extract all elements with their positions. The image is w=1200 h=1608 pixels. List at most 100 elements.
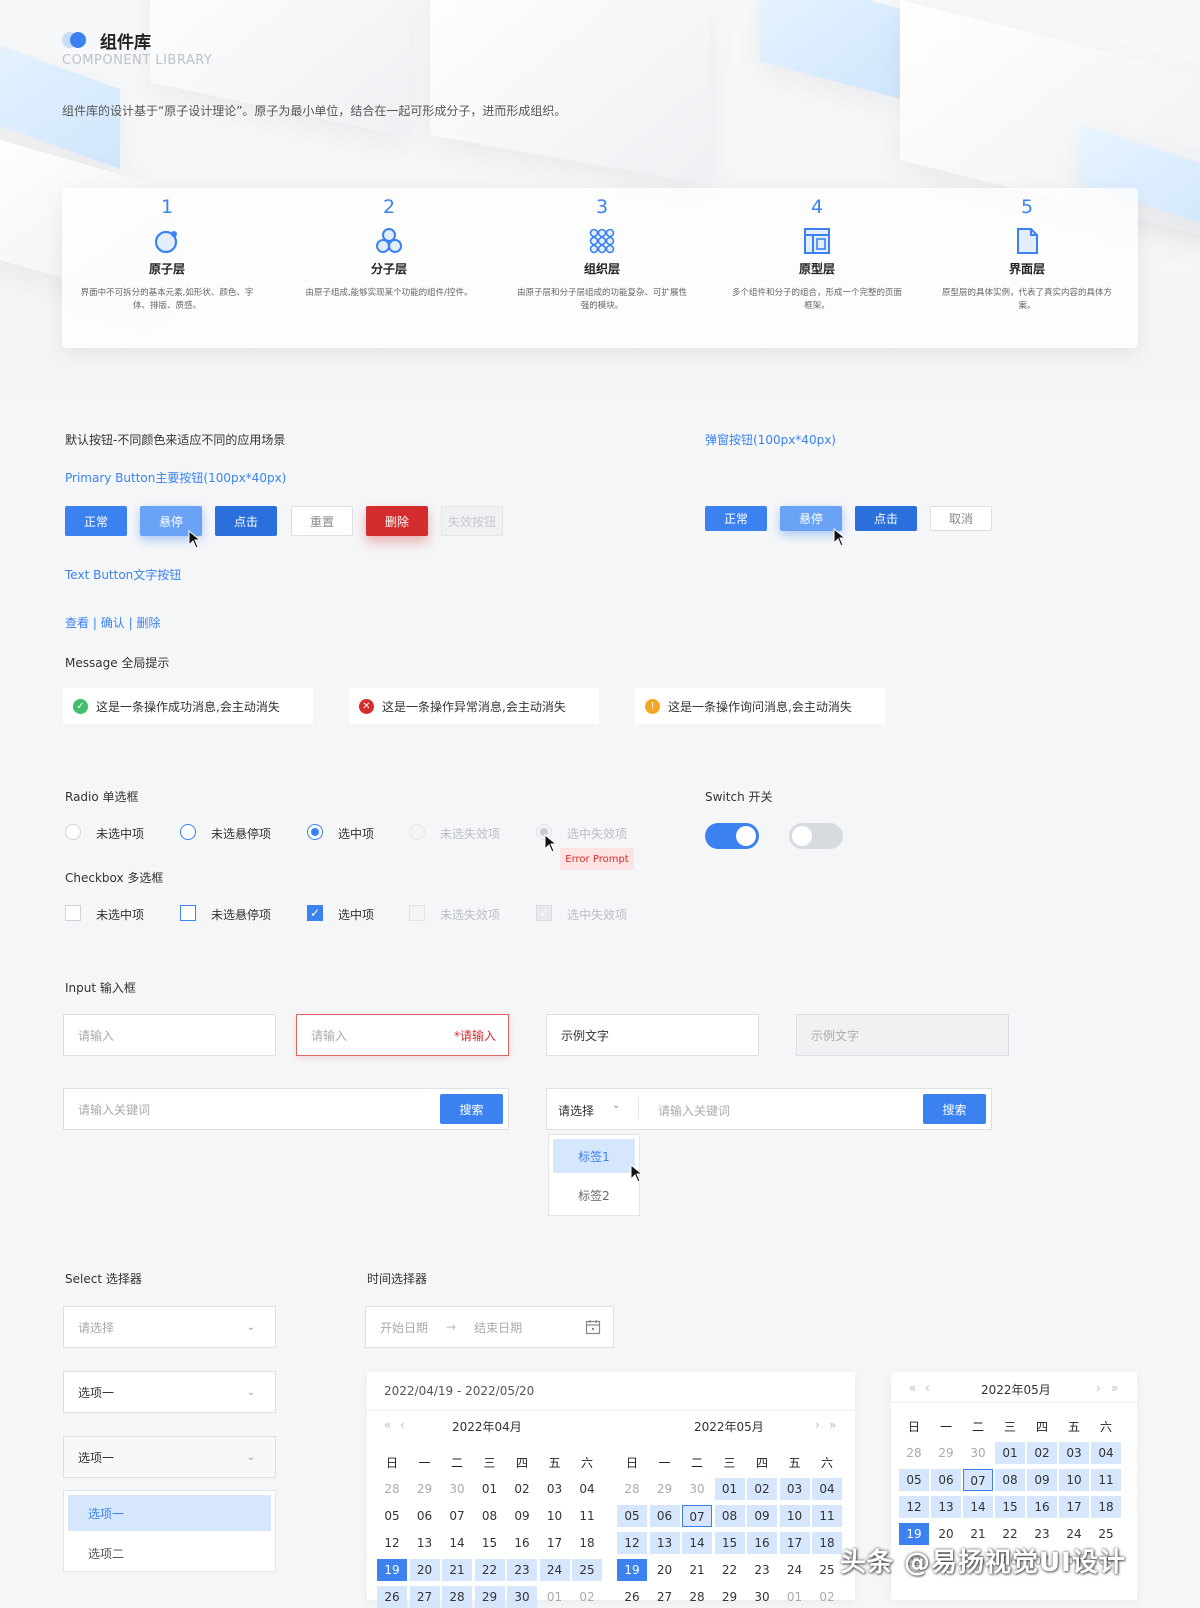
calendar-day[interactable]: 05 <box>617 1505 647 1527</box>
calendar-day[interactable]: 09 <box>507 1505 537 1527</box>
calendar-day[interactable]: 15 <box>995 1496 1025 1518</box>
calendar-day[interactable]: 30 <box>963 1442 993 1464</box>
select-option[interactable]: 选项一 <box>68 1495 271 1531</box>
calendar-day[interactable]: 17 <box>779 1532 810 1554</box>
calendar-day[interactable]: 30 <box>747 1586 777 1608</box>
calendar-day[interactable]: 06 <box>649 1505 680 1527</box>
calendar-day[interactable]: 24 <box>539 1559 570 1581</box>
prev-year-icon[interactable]: « <box>384 1418 391 1432</box>
calendar-day[interactable]: 02 <box>747 1478 777 1500</box>
calendar-day[interactable]: 23 <box>747 1559 777 1581</box>
calendar-day[interactable]: 02 <box>572 1586 602 1608</box>
next-year-icon[interactable]: » <box>829 1418 836 1432</box>
prev-month-icon[interactable]: ‹ <box>400 1418 405 1432</box>
calendar-day[interactable]: 10 <box>1059 1469 1089 1491</box>
delete-link[interactable]: 删除 <box>136 616 160 630</box>
calendar-day[interactable]: 01 <box>995 1442 1025 1464</box>
calendar-day[interactable]: 19 <box>617 1559 647 1581</box>
calendar-day[interactable]: 18 <box>1091 1496 1121 1518</box>
calendar-day[interactable]: 18 <box>572 1532 602 1554</box>
dropdown-item[interactable]: 标签1 <box>553 1139 635 1173</box>
radio-checked[interactable] <box>307 824 323 840</box>
view-link[interactable]: 查看 <box>65 616 89 630</box>
prev-year-icon[interactable]: « <box>909 1381 916 1395</box>
calendar-day[interactable]: 23 <box>507 1559 537 1581</box>
search-button[interactable]: 搜索 <box>923 1094 986 1124</box>
calendar-day[interactable]: 08 <box>475 1505 505 1527</box>
calendar-day[interactable]: 09 <box>1027 1469 1057 1491</box>
calendar-day[interactable]: 15 <box>714 1532 745 1554</box>
calendar-day[interactable]: 03 <box>779 1478 810 1500</box>
radio-hover[interactable] <box>180 824 196 840</box>
search-button[interactable]: 搜索 <box>440 1094 503 1124</box>
calendar-day[interactable]: 07 <box>442 1505 472 1527</box>
calendar-day[interactable]: 28 <box>899 1442 929 1464</box>
calendar-day[interactable]: 03 <box>1059 1442 1089 1464</box>
dialog-pressed-button[interactable]: 点击 <box>855 506 917 531</box>
dialog-normal-button[interactable]: 正常 <box>705 506 767 531</box>
calendar-day[interactable]: 20 <box>409 1559 440 1581</box>
calendar-day[interactable]: 02 <box>507 1478 537 1500</box>
calendar-day[interactable]: 25 <box>812 1559 842 1581</box>
calendar-day[interactable]: 04 <box>812 1478 842 1500</box>
switch-off[interactable] <box>789 823 843 849</box>
calendar-day[interactable]: 07 <box>682 1505 712 1527</box>
calendar-day[interactable]: 14 <box>682 1532 712 1554</box>
select-placeholder[interactable]: 请选择 ⌄ <box>63 1306 276 1348</box>
select-option[interactable]: 选项二 <box>64 1535 275 1571</box>
calendar-day[interactable]: 12 <box>899 1496 929 1518</box>
calendar-day[interactable]: 22 <box>715 1559 745 1581</box>
disabled-button[interactable]: 失效按钮 <box>441 506 503 536</box>
calendar-day[interactable]: 05 <box>899 1469 929 1491</box>
calendar-day[interactable]: 12 <box>617 1532 647 1554</box>
calendar-day[interactable]: 01 <box>475 1478 505 1500</box>
calendar-day[interactable]: 12 <box>377 1532 407 1554</box>
calendar-day[interactable]: 02 <box>812 1586 842 1608</box>
calendar-day[interactable]: 06 <box>931 1469 961 1491</box>
text-input[interactable]: 请输入 <box>63 1014 276 1056</box>
calendar-day[interactable]: 28 <box>377 1478 407 1500</box>
calendar-day[interactable]: 27 <box>650 1586 680 1608</box>
normal-button[interactable]: 正常 <box>65 506 127 536</box>
calendar-day[interactable]: 17 <box>540 1532 570 1554</box>
calendar-day[interactable]: 28 <box>442 1586 472 1608</box>
calendar-day[interactable]: 02 <box>1027 1442 1057 1464</box>
radio-unchecked[interactable] <box>65 824 81 840</box>
delete-button[interactable]: 删除 <box>366 506 428 536</box>
calendar-day[interactable]: 29 <box>474 1586 505 1608</box>
calendar-day[interactable]: 19 <box>377 1559 407 1581</box>
calendar-day[interactable]: 28 <box>682 1586 712 1608</box>
calendar-day[interactable]: 04 <box>572 1478 602 1500</box>
calendar-day[interactable]: 30 <box>507 1586 537 1608</box>
checkbox-hover[interactable] <box>180 905 196 921</box>
switch-on[interactable] <box>705 823 759 849</box>
calendar-day[interactable]: 16 <box>1027 1496 1057 1518</box>
calendar-day[interactable]: 27 <box>409 1586 440 1608</box>
calendar-day[interactable]: 05 <box>377 1505 407 1527</box>
calendar-day[interactable]: 10 <box>540 1505 570 1527</box>
calendar-day[interactable]: 17 <box>1059 1496 1089 1518</box>
calendar-day[interactable]: 21 <box>442 1559 472 1581</box>
confirm-link[interactable]: 确认 <box>101 616 125 630</box>
calendar-day[interactable]: 20 <box>650 1559 680 1581</box>
calendar-day[interactable]: 24 <box>780 1559 810 1581</box>
calendar-day[interactable]: 29 <box>931 1442 961 1464</box>
checkbox-checked[interactable]: ✓ <box>307 905 323 921</box>
select-filled[interactable]: 选项一 ⌄ <box>63 1371 276 1413</box>
checkbox-unchecked[interactable] <box>65 905 81 921</box>
calendar-day[interactable]: 30 <box>442 1478 472 1500</box>
reset-button[interactable]: 重置 <box>291 506 353 536</box>
calendar-day[interactable]: 18 <box>812 1532 842 1554</box>
calendar-day[interactable]: 08 <box>714 1505 745 1527</box>
calendar-day[interactable]: 29 <box>410 1478 440 1500</box>
calendar-day[interactable]: 26 <box>377 1586 407 1608</box>
pressed-button[interactable]: 点击 <box>215 506 277 536</box>
date-range-input[interactable]: 开始日期 → 结束日期 <box>365 1306 614 1348</box>
filled-input[interactable]: 示例文字 <box>546 1014 759 1056</box>
calendar-day[interactable]: 09 <box>747 1505 777 1527</box>
calendar-day[interactable]: 13 <box>649 1532 680 1554</box>
calendar-day[interactable]: 29 <box>650 1478 680 1500</box>
calendar-day[interactable]: 28 <box>617 1478 647 1500</box>
calendar-day[interactable]: 11 <box>572 1505 602 1527</box>
calendar-day[interactable]: 21 <box>682 1559 712 1581</box>
